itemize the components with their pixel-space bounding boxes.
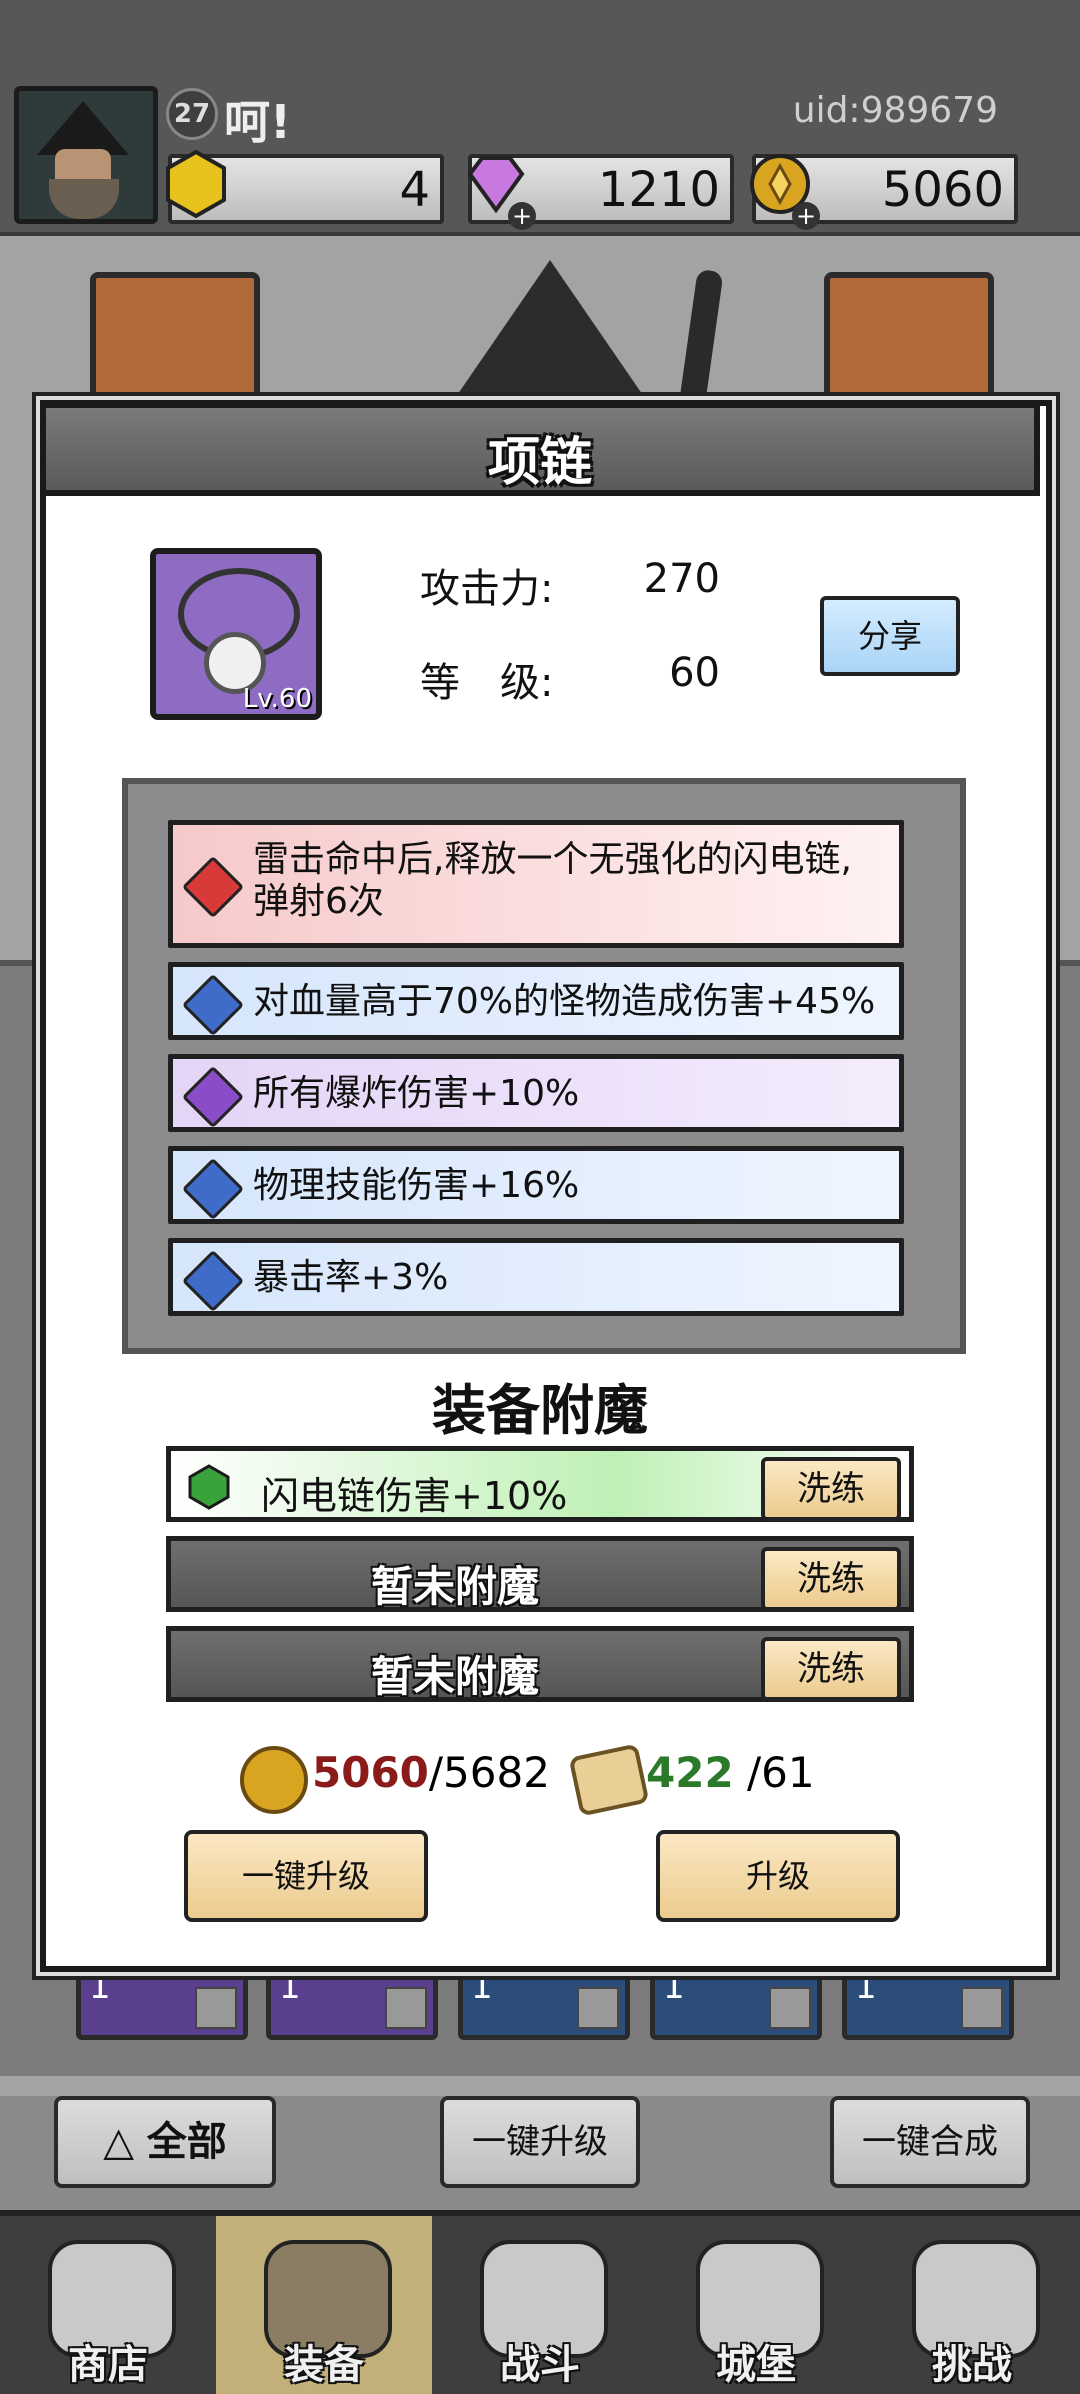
- item-level-label: Lv.60: [242, 684, 312, 714]
- add-gold-button[interactable]: +: [792, 202, 820, 230]
- enchant-slot: 闪电链伤害+10% 洗练: [166, 1446, 914, 1522]
- gems-bar[interactable]: + 1210: [467, 154, 734, 230]
- shield-tag-icon: [769, 1987, 811, 2029]
- purple-gem-icon: [181, 1065, 245, 1129]
- scroll-cost: 422 /61: [646, 1748, 815, 1797]
- merge-all-button[interactable]: 一键合成: [830, 2096, 1030, 2188]
- reroll-button[interactable]: 洗练: [761, 1457, 901, 1521]
- nav-shop[interactable]: 商店: [0, 2216, 216, 2394]
- affix-text: 雷击命中后,释放一个无强化的闪电链,弹射6次: [253, 839, 852, 922]
- nav-battle-label: 战斗: [500, 2342, 580, 2388]
- share-button[interactable]: 分享: [820, 596, 960, 676]
- enchant-text: 暂未附魔: [370, 1562, 539, 1611]
- item-count: 1: [89, 1967, 111, 2007]
- equip-slot-right[interactable]: [824, 272, 994, 416]
- gold-cost: 5060/5682: [312, 1748, 550, 1797]
- triangle-icon: △: [103, 2119, 147, 2165]
- gold-bar[interactable]: + 5060: [750, 154, 1018, 230]
- gold-coin-icon: [240, 1746, 308, 1814]
- energy-value: 4: [399, 162, 430, 218]
- necklace-item-icon: Lv.60: [150, 548, 322, 720]
- bottom-nav: 商店 装备 战斗 城堡 挑战: [0, 2210, 1080, 2394]
- nav-equipment-label: 装备: [284, 2342, 364, 2388]
- level-value: 60: [669, 650, 720, 696]
- hero-hat-icon: [440, 260, 660, 420]
- affix-row: 对血量高于70%的怪物造成伤害+45%: [168, 962, 904, 1040]
- filter-all-button[interactable]: △ 全部: [54, 2096, 276, 2188]
- nav-challenge[interactable]: 挑战: [864, 2216, 1080, 2394]
- reroll-button[interactable]: 洗练: [761, 1637, 901, 1701]
- attack-value: 270: [643, 556, 720, 602]
- shield-tag-icon: [577, 1987, 619, 2029]
- green-gem-icon: [188, 1464, 230, 1510]
- affix-text: 对血量高于70%的怪物造成伤害+45%: [253, 981, 876, 1022]
- energy-bar: 4: [166, 149, 444, 224]
- affix-row: 所有爆炸伤害+10%: [168, 1054, 904, 1132]
- gold-have: 5060: [312, 1748, 429, 1797]
- nav-equipment[interactable]: 装备: [216, 2216, 432, 2394]
- gems-value: 1210: [597, 162, 720, 218]
- affix-row: 雷击命中后,释放一个无强化的闪电链,弹射6次: [168, 820, 904, 948]
- item-count: 1: [663, 1967, 685, 2007]
- player-name: 呵!: [224, 95, 291, 149]
- affix-text: 暴击率+3%: [253, 1257, 449, 1298]
- nav-challenge-label: 挑战: [932, 2342, 1012, 2388]
- glove-tag-icon: [961, 1987, 1003, 2029]
- item-count: 1: [279, 1967, 301, 2007]
- player-level-badge: 27: [166, 88, 218, 140]
- enchant-text: 暂未附魔: [370, 1652, 539, 1701]
- add-gems-button[interactable]: +: [508, 202, 536, 230]
- top-bar: 27 呵! uid:989679 4 + 1210 + 5060: [0, 0, 1080, 236]
- modal-header: 项链: [40, 402, 1040, 496]
- enchant-title: 装备附魔: [432, 1379, 648, 1442]
- attack-label: 攻击力:: [420, 566, 554, 612]
- affix-row: 物理技能伤害+16%: [168, 1146, 904, 1224]
- reroll-button[interactable]: 洗练: [761, 1547, 901, 1611]
- blue-gem-icon: [181, 1157, 245, 1221]
- modal-title: 项链: [487, 433, 592, 493]
- filter-all-label: 全部: [146, 2119, 227, 2165]
- wizard-hat-icon: [37, 101, 129, 155]
- enchant-slot: 暂未附魔 洗练: [166, 1536, 914, 1612]
- upgrade-all-bottom-button[interactable]: 一键升级: [440, 2096, 640, 2188]
- nav-shop-label: 商店: [68, 2342, 148, 2388]
- level-label: 等 级:: [420, 660, 554, 706]
- affix-row: 暴击率+3%: [168, 1238, 904, 1316]
- enchant-text: 闪电链伤害+10%: [261, 1474, 568, 1518]
- scroll-have: 422: [646, 1748, 734, 1797]
- axe-tag-icon: [195, 1987, 237, 2029]
- upgrade-all-button[interactable]: 一键升级: [184, 1830, 428, 1922]
- player-avatar[interactable]: [14, 86, 158, 224]
- enchant-slot: 暂未附魔 洗练: [166, 1626, 914, 1702]
- nav-battle[interactable]: 战斗: [432, 2216, 648, 2394]
- blue-gem-icon: [181, 1249, 245, 1313]
- affix-text: 物理技能伤害+16%: [253, 1165, 580, 1206]
- affix-text: 所有爆炸伤害+10%: [253, 1073, 580, 1114]
- energy-hexagon-icon: [166, 149, 226, 219]
- gold-need: /5682: [428, 1748, 550, 1797]
- red-gem-icon: [181, 855, 245, 919]
- upgrade-button[interactable]: 升级: [656, 1830, 900, 1922]
- item-count: 1: [471, 1967, 493, 2007]
- nav-castle[interactable]: 城堡: [648, 2216, 864, 2394]
- item-count: 1: [855, 1967, 877, 2007]
- affix-panel: 雷击命中后,释放一个无强化的闪电链,弹射6次 对血量高于70%的怪物造成伤害+4…: [122, 778, 966, 1354]
- scroll-need: /61: [733, 1748, 815, 1797]
- nav-castle-label: 城堡: [716, 2342, 796, 2388]
- avatar-beard: [49, 179, 119, 219]
- gold-value: 5060: [881, 162, 1004, 218]
- equip-slot-left[interactable]: [90, 272, 260, 416]
- blue-gem-icon: [181, 973, 245, 1037]
- axe-tag-icon: [385, 1987, 427, 2029]
- player-uid: uid:989679: [792, 90, 998, 131]
